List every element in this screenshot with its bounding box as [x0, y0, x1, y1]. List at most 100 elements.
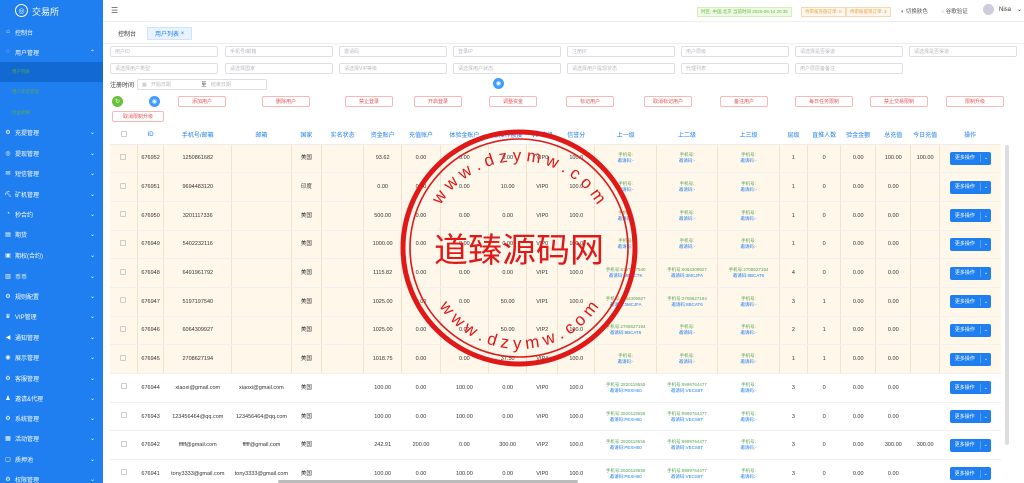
- dropdown-caret-icon[interactable]: ⌄: [979, 211, 991, 220]
- row-checkbox-cell[interactable]: [110, 201, 138, 231]
- action-button-6[interactable]: 取消标记用户: [644, 96, 692, 107]
- action-button-4[interactable]: 调整资金: [489, 96, 537, 107]
- row-checkbox[interactable]: [120, 325, 127, 332]
- more-actions-button[interactable]: 更多操作 ⌄: [949, 410, 991, 424]
- row-checkbox-cell[interactable]: [110, 430, 138, 461]
- filter-row2-select-5[interactable]: 代理列表: [681, 63, 789, 74]
- row-checkbox-cell[interactable]: [110, 344, 138, 374]
- dropdown-caret-icon[interactable]: ⌄: [979, 355, 991, 364]
- action-button-9[interactable]: 禁止交易限制: [870, 96, 928, 107]
- action-button-2[interactable]: 禁止登录: [345, 96, 393, 107]
- action-button-5[interactable]: 标记用户: [566, 96, 614, 107]
- row-checkbox-cell[interactable]: [110, 144, 138, 174]
- action-button-7[interactable]: 备注用户: [720, 96, 768, 107]
- pending-withdraw-tag[interactable]: 待审核提现订单: 3: [846, 7, 891, 17]
- filter-row2-select-4[interactable]: 请选择用户提现状态: [567, 63, 675, 74]
- user-caret-icon[interactable]: ⌄: [1017, 6, 1022, 13]
- dropdown-caret-icon[interactable]: ⌄: [979, 297, 991, 306]
- sidebar-item-1[interactable]: ◌ 用户管理 ⌃: [0, 42, 103, 62]
- refresh-button[interactable]: ↻: [112, 96, 123, 107]
- menu-toggle-icon[interactable]: ☰: [111, 6, 118, 15]
- row-checkbox[interactable]: [120, 153, 127, 160]
- table-row[interactable]: 676944 xiaoxi@gmail.com xiaoxi@gmail.com 美国…: [110, 373, 1001, 403]
- sidebar-item-13[interactable]: ⚙ 规则配置 ⌄: [0, 286, 103, 306]
- row-checkbox[interactable]: [120, 182, 127, 189]
- more-actions-button[interactable]: 更多操作 ⌄: [949, 266, 992, 280]
- user-name[interactable]: Nisa: [999, 7, 1011, 13]
- table-row[interactable]: 676951 9694483120 印度 0.00 0.00 0.00 10.00 VIP0 1…: [110, 172, 1001, 202]
- sidebar-item-0[interactable]: ⌂ 控制台: [0, 22, 103, 42]
- dropdown-caret-icon[interactable]: ⌄: [979, 412, 991, 421]
- table-row[interactable]: 676943 123456464@qq.com 123456464@qq.com 美国…: [110, 402, 1001, 432]
- action-button-1[interactable]: 删除用户: [262, 96, 310, 107]
- sidebar-item-8[interactable]: ⛏ 矿机管理 ⌄: [0, 184, 103, 204]
- sidebar-item-9[interactable]: ◔ 秒合约 ⌄: [0, 204, 103, 224]
- tab-close-icon[interactable]: ×: [181, 31, 185, 37]
- row-checkbox[interactable]: [120, 354, 127, 361]
- sidebar-item-12[interactable]: ▥ 币币 ⌄: [0, 266, 103, 286]
- filter-row1-input-4[interactable]: 注册IP: [567, 46, 675, 57]
- sidebar-item-3[interactable]: 用户实名管理: [0, 82, 103, 102]
- select-all-checkbox[interactable]: [120, 130, 127, 137]
- filter-row1-input-6[interactable]: 请选择是否渠道: [795, 46, 903, 57]
- action-button-10[interactable]: 限制升级: [946, 96, 1004, 107]
- table-row[interactable]: 676947 5197197540 美国 1025.00 0.00 0.00 50.00 VI…: [110, 287, 1001, 317]
- more-actions-button[interactable]: 更多操作 ⌄: [949, 381, 991, 395]
- dropdown-caret-icon[interactable]: ⌄: [979, 269, 991, 278]
- more-actions-button[interactable]: 更多操作 ⌄: [949, 180, 992, 194]
- row-checkbox-cell[interactable]: [110, 258, 138, 288]
- row-checkbox-cell[interactable]: [110, 373, 138, 403]
- filter-row2-select-2[interactable]: 请选择VIP等级: [339, 63, 447, 74]
- table-row[interactable]: 676948 6491961792 美国 1115.82 0.00 0.00 0.00 VIP…: [110, 258, 1001, 288]
- table-row[interactable]: 676949 5402232116 美国 1000.00 0.00 0.00 0.00 VIP…: [110, 230, 1001, 260]
- dropdown-caret-icon[interactable]: ⌄: [979, 240, 991, 249]
- search-button[interactable]: ◉: [149, 96, 160, 107]
- more-actions-button[interactable]: 更多操作 ⌄: [949, 323, 992, 337]
- row-checkbox[interactable]: [120, 412, 127, 419]
- filter-row2-select-6[interactable]: 用户层层备备注: [795, 63, 903, 74]
- header-checkbox-cell[interactable]: [110, 126, 138, 145]
- more-actions-button[interactable]: 更多操作 ⌄: [949, 237, 992, 251]
- table-row[interactable]: 676946 6064309927 美国 1025.00 0.00 0.00 50.00 VI…: [110, 316, 1001, 346]
- more-actions-button[interactable]: 更多操作 ⌄: [949, 352, 992, 366]
- theme-switch[interactable]: ◐ 切换肤色: [901, 7, 928, 15]
- row-checkbox-cell[interactable]: [110, 459, 138, 483]
- dropdown-caret-icon[interactable]: ⌄: [979, 469, 991, 478]
- sidebar-item-21[interactable]: ▢ 质押池 ⌄: [0, 449, 103, 469]
- table-scrollbar[interactable]: [1005, 145, 1009, 445]
- sidebar-item-4[interactable]: 资金明细: [0, 103, 103, 123]
- filter-row2-select-3[interactable]: 请选择用户状态: [453, 63, 561, 74]
- sidebar-item-16[interactable]: ◉ 展示管理 ⌄: [0, 347, 103, 367]
- sidebar-item-6[interactable]: ◎ 提现管理 ⌄: [0, 143, 103, 163]
- pending-recharge-tag[interactable]: 待审核充值订单: 0: [801, 7, 846, 17]
- row-checkbox[interactable]: [120, 297, 127, 304]
- filter-row2-select-1[interactable]: 请选择国家: [225, 63, 333, 74]
- row-checkbox-cell[interactable]: [110, 287, 138, 317]
- row-checkbox-cell[interactable]: [110, 230, 138, 260]
- sidebar-item-15[interactable]: ◀ 通知管理 ⌄: [0, 327, 103, 347]
- action-button-8[interactable]: 每日任务限制: [795, 96, 853, 107]
- sidebar-item-17[interactable]: ⚙ 客服管理 ⌄: [0, 368, 103, 388]
- dropdown-caret-icon[interactable]: ⌄: [979, 183, 991, 192]
- dropdown-caret-icon[interactable]: ⌄: [979, 154, 991, 163]
- table-row[interactable]: 676945 2708627194 美国 1018.75 0.00 0.00 37.50 VI…: [110, 344, 1001, 374]
- app-logo[interactable]: ◎ 交易所: [0, 0, 103, 22]
- action-button-3[interactable]: 开启登录: [414, 96, 462, 107]
- more-actions-button[interactable]: 更多操作 ⌄: [949, 295, 992, 309]
- more-actions-button[interactable]: 更多操作 ⌄: [949, 151, 992, 165]
- row-checkbox[interactable]: [120, 211, 127, 218]
- row-checkbox[interactable]: [120, 469, 127, 476]
- table-row[interactable]: 676942 fffff@gmail.com fffff@gmail.com 美国 24…: [110, 430, 1001, 461]
- tab-home[interactable]: 控制台: [111, 27, 143, 40]
- filter-row1-input-5[interactable]: 用户层级: [681, 46, 789, 57]
- sidebar-item-18[interactable]: ♟ 邀请&代理 ⌄: [0, 388, 103, 408]
- sidebar-item-2[interactable]: 用户列表: [0, 62, 103, 82]
- more-actions-button[interactable]: 更多操作 ⌄: [949, 209, 992, 223]
- dropdown-caret-icon[interactable]: ⌄: [979, 441, 991, 450]
- tab-user-list[interactable]: 用户列表 ×: [147, 27, 193, 40]
- search-circle-button[interactable]: ◉: [493, 78, 504, 89]
- filter-row1-input-7[interactable]: 请选择是否渠道: [909, 46, 1017, 57]
- row-checkbox-cell[interactable]: [110, 402, 138, 432]
- sidebar-item-5[interactable]: ⚙ 充提管理 ⌄: [0, 122, 103, 142]
- row-checkbox[interactable]: [120, 383, 127, 390]
